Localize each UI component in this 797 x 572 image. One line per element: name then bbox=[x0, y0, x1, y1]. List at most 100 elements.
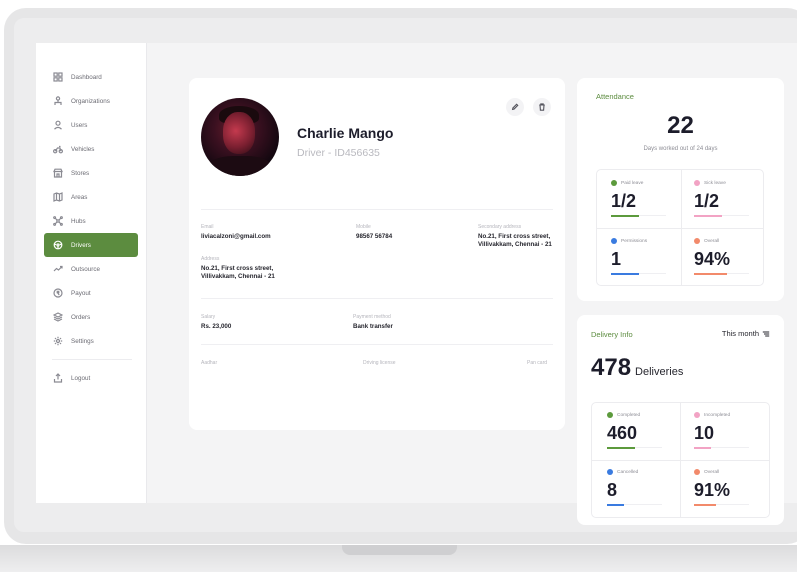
sidebar-item-label: Dashboard bbox=[71, 73, 102, 81]
sidebar-item-payout[interactable]: Payout bbox=[44, 281, 138, 305]
trash-icon bbox=[539, 103, 545, 111]
progress-bar bbox=[607, 446, 662, 449]
divider bbox=[201, 298, 553, 299]
stat-value: 10 bbox=[694, 423, 715, 443]
sidebar-item-areas[interactable]: Areas bbox=[44, 185, 138, 209]
mobile-value: 98567 56784 bbox=[356, 233, 393, 240]
stat-value: 1 bbox=[611, 249, 622, 269]
stat-label: Paid leave bbox=[621, 180, 644, 186]
progress-bar bbox=[694, 503, 749, 506]
attendance-title: Attendance bbox=[596, 92, 634, 101]
progress-bar bbox=[694, 214, 749, 217]
stat-label: Overall bbox=[704, 469, 720, 475]
stat-label: Incompleted bbox=[704, 412, 731, 418]
stat-cancelled: Cancelled 8 bbox=[607, 469, 662, 506]
progress-bar bbox=[611, 272, 666, 275]
aadhar-label: Aadhar bbox=[201, 360, 218, 366]
stat-value: 1/2 bbox=[694, 191, 720, 211]
stat-sick-leave: Sick leave 1/2 bbox=[694, 180, 749, 217]
permissions-dot bbox=[611, 238, 617, 244]
user-icon bbox=[53, 120, 63, 130]
store-icon bbox=[53, 168, 63, 178]
incompleted-dot bbox=[694, 412, 700, 418]
sidebar-item-label: Stores bbox=[71, 169, 90, 177]
organization-icon bbox=[53, 96, 63, 106]
delivery-info-card: Delivery Info This month 478 Deliveries … bbox=[577, 315, 784, 525]
sidebar-item-organizations[interactable]: Organizations bbox=[44, 89, 138, 113]
stat-paid-leave: Paid leave 1/2 bbox=[611, 180, 666, 217]
grid-icon bbox=[53, 72, 63, 82]
sidebar-item-label: Settings bbox=[71, 337, 94, 345]
sidebar-item-settings[interactable]: Settings bbox=[44, 329, 138, 353]
paid-leave-dot bbox=[611, 180, 617, 186]
sidebar-item-stores[interactable]: Stores bbox=[44, 161, 138, 185]
driving-license-label: Driving license bbox=[363, 360, 396, 366]
salary-value: Rs. 23,000 bbox=[201, 323, 232, 330]
logout-button[interactable]: Logout bbox=[44, 366, 138, 390]
hub-icon bbox=[53, 216, 63, 226]
scooter-icon bbox=[53, 144, 63, 154]
stat-value: 460 bbox=[607, 423, 638, 443]
email-label: Email bbox=[201, 224, 214, 230]
stat-value: 91% bbox=[694, 480, 731, 500]
delete-button[interactable] bbox=[533, 98, 551, 116]
sick-leave-dot bbox=[694, 180, 700, 186]
delivery-title: Delivery Info bbox=[591, 330, 633, 339]
stat-completed: Completed 460 bbox=[607, 412, 662, 449]
sidebar-item-label: Organizations bbox=[71, 97, 110, 105]
sidebar-item-drivers[interactable]: Drivers bbox=[44, 233, 138, 257]
stat-incompleted: Incompleted 10 bbox=[694, 412, 749, 449]
stat-label: Permissions bbox=[621, 238, 648, 244]
email-value: liviacalzoni@gmail.com bbox=[201, 233, 271, 240]
sidebar-item-outsource[interactable]: Outsource bbox=[44, 257, 138, 281]
sidebar-item-vehicles[interactable]: Vehicles bbox=[44, 137, 138, 161]
address-line2: Villivakkam, Chennai - 21 bbox=[201, 273, 275, 280]
stat-value: 1/2 bbox=[611, 191, 637, 211]
gear-icon bbox=[53, 336, 63, 346]
sidebar-item-label: Orders bbox=[71, 313, 91, 321]
days-worked-count: 22 bbox=[667, 112, 694, 139]
secondary-address-label: Secondary address bbox=[478, 224, 522, 230]
stat-value: 8 bbox=[607, 480, 618, 500]
sidebar-item-label: Areas bbox=[71, 193, 88, 201]
edit-button[interactable] bbox=[506, 98, 524, 116]
laptop-screen: Dashboard Organizations Users Vehicles S… bbox=[14, 18, 797, 532]
orders-icon bbox=[53, 312, 63, 322]
pan-card-label: Pan card bbox=[527, 360, 548, 366]
progress-bar bbox=[607, 503, 662, 506]
stat-overall: Overall 94% bbox=[694, 238, 749, 275]
divider bbox=[201, 209, 553, 210]
stat-label: Completed bbox=[617, 412, 641, 418]
payment-method-label: Payment method bbox=[353, 314, 391, 320]
address-label: Address bbox=[201, 256, 220, 262]
sidebar-item-hubs[interactable]: Hubs bbox=[44, 209, 138, 233]
attendance-card: Attendance 22 Days worked out of 24 days… bbox=[577, 78, 784, 301]
payment-method-value: Bank transfer bbox=[353, 323, 393, 330]
sidebar: Dashboard Organizations Users Vehicles S… bbox=[36, 43, 147, 503]
logout-label: Logout bbox=[71, 374, 91, 382]
stat-label: Overall bbox=[704, 238, 720, 244]
stat-permissions: Permissions 1 bbox=[611, 238, 666, 275]
sidebar-item-label: Outsource bbox=[71, 265, 101, 273]
deliveries-total: 478 Deliveries bbox=[591, 354, 683, 382]
map-icon bbox=[53, 192, 63, 202]
driver-id: Driver - ID456635 bbox=[297, 147, 380, 159]
avatar bbox=[201, 98, 279, 176]
laptop-notch bbox=[342, 545, 457, 555]
sidebar-item-users[interactable]: Users bbox=[44, 113, 138, 137]
deliveries-count: 478 bbox=[591, 354, 632, 381]
cancelled-dot bbox=[607, 469, 613, 475]
driver-icon bbox=[53, 240, 63, 250]
app-window: Dashboard Organizations Users Vehicles S… bbox=[36, 43, 797, 525]
stat-label: Cancelled bbox=[617, 469, 639, 475]
sidebar-item-label: Payout bbox=[71, 289, 91, 297]
stat-value: 94% bbox=[694, 249, 731, 269]
period-filter-dropdown[interactable]: This month bbox=[722, 329, 770, 338]
filter-icon bbox=[762, 331, 770, 336]
progress-bar bbox=[694, 446, 749, 449]
sidebar-item-dashboard[interactable]: Dashboard bbox=[44, 65, 138, 89]
sidebar-item-orders[interactable]: Orders bbox=[44, 305, 138, 329]
salary-label: Salary bbox=[201, 314, 216, 320]
driver-profile-card: Charlie Mango Driver - ID456635 Email li… bbox=[189, 78, 565, 430]
mobile-label: Mobile bbox=[356, 224, 371, 230]
